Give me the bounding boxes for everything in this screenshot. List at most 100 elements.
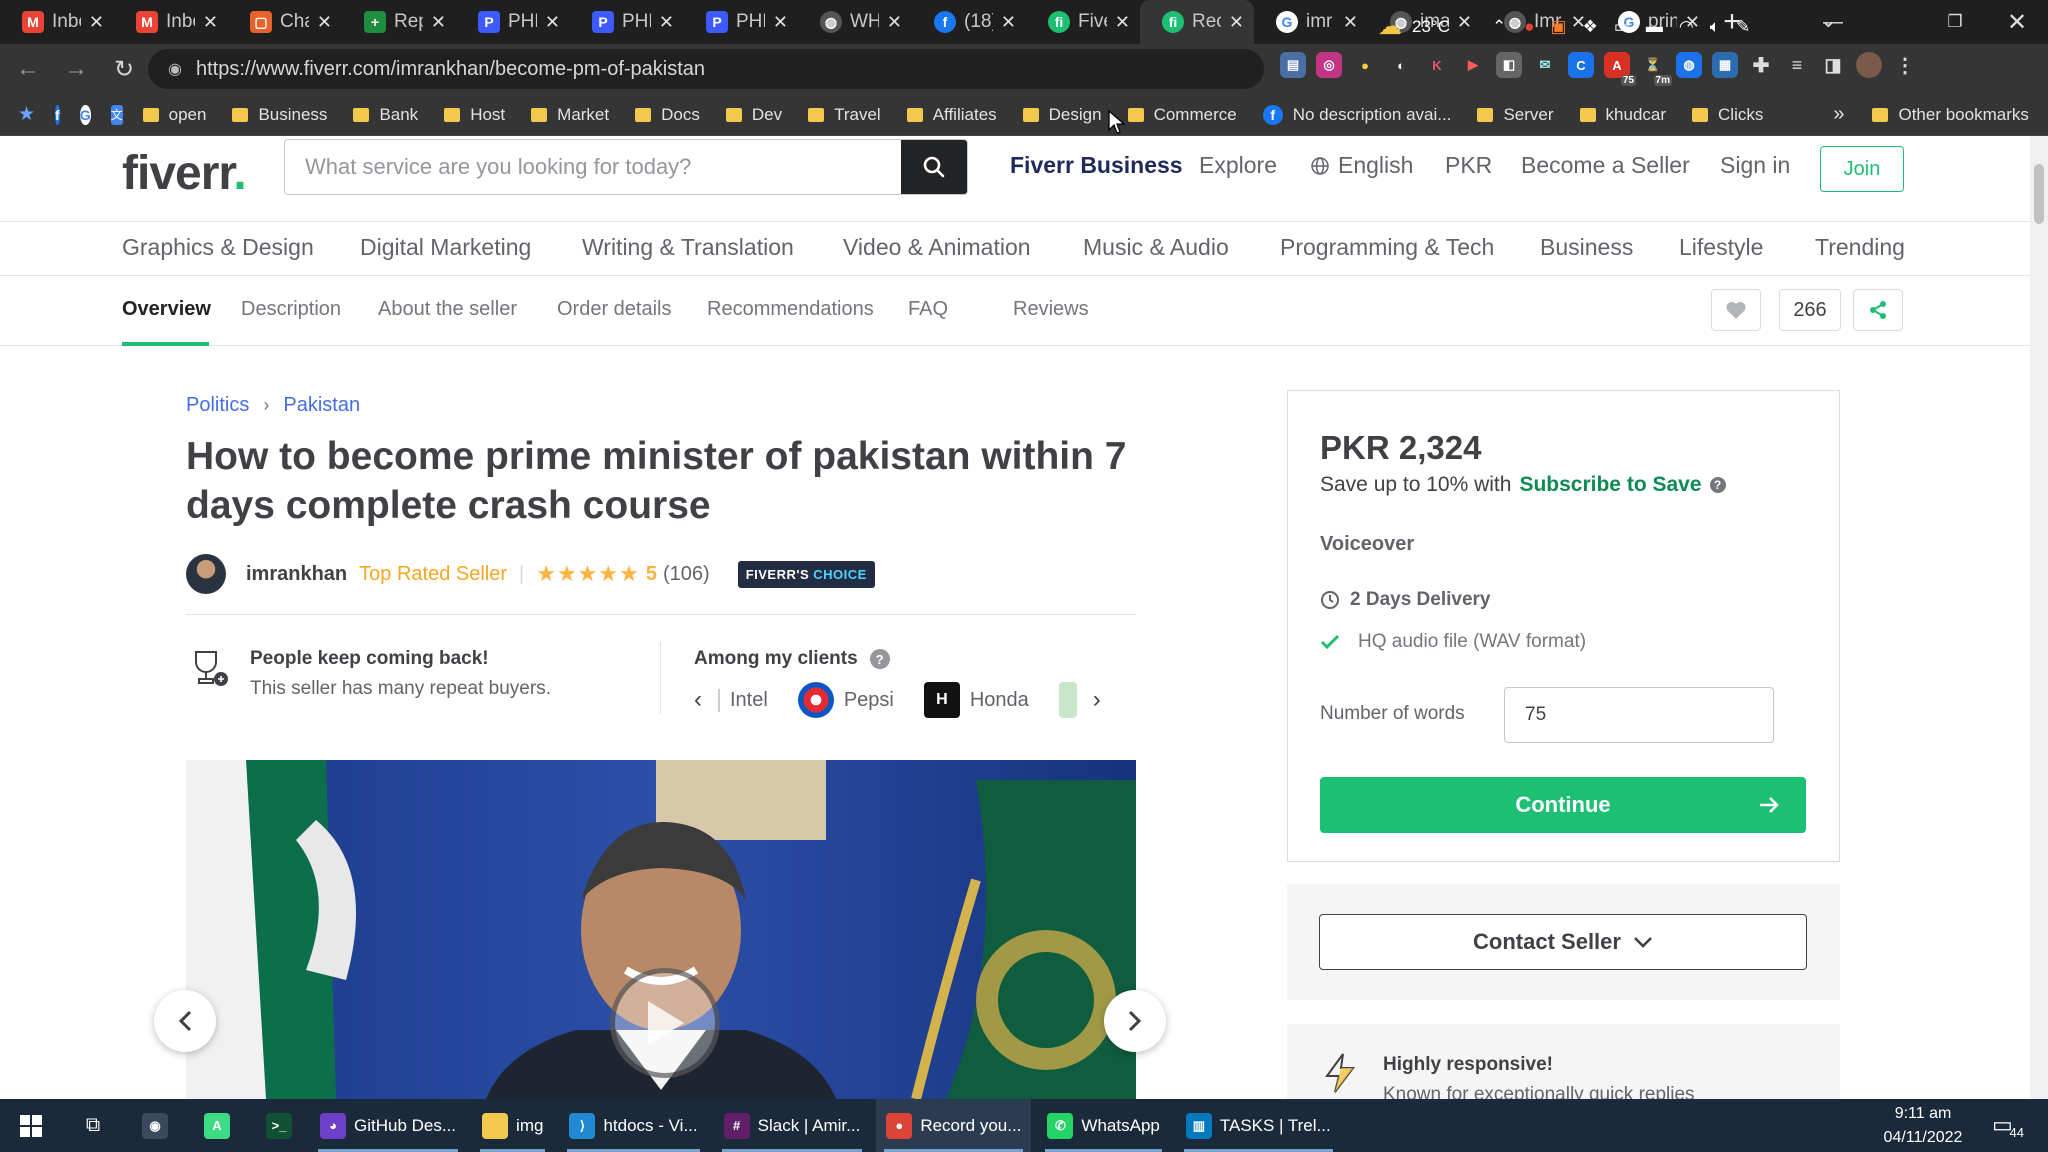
system-clock[interactable]: 9:11 am 04/11/2022	[1868, 1102, 1978, 1150]
subscribe-to-save-link[interactable]: Subscribe to Save	[1519, 473, 1701, 497]
record-ext-icon[interactable]: ▶	[1460, 52, 1486, 78]
forward-button[interactable]: →	[56, 49, 96, 89]
profile-avatar[interactable]	[1856, 52, 1882, 78]
subnav-tab[interactable]: Overview	[122, 298, 211, 321]
fiverr-logo[interactable]: fiverr.	[122, 146, 247, 201]
help-icon[interactable]: ?	[869, 649, 890, 669]
google-bookmark-icon[interactable]: G	[79, 104, 91, 125]
category-link[interactable]: Writing & Translation	[582, 234, 794, 261]
taskbar-app[interactable]: ⟩ htdocs - Vi...	[559, 1099, 707, 1152]
gig-media-gallery[interactable]	[186, 760, 1136, 1099]
instagram-ext-icon[interactable]: ◎	[1316, 52, 1342, 78]
subnav-tab[interactable]: Recommendations	[707, 298, 874, 321]
lightbulb-ext-icon[interactable]: ●	[1352, 52, 1378, 78]
circle-ext-icon[interactable]: ◐	[1388, 52, 1414, 78]
category-link[interactable]: Digital Marketing	[360, 234, 531, 261]
browser-tab[interactable]: M Inbox ✕	[114, 0, 228, 44]
bookmark-item[interactable]: Dev	[725, 105, 782, 125]
explore-link[interactable]: Explore	[1199, 152, 1277, 179]
share-button[interactable]	[1853, 289, 1903, 331]
currency-selector[interactable]: PKR	[1445, 152, 1492, 179]
browser-tab[interactable]: Gimr ✕	[1254, 0, 1368, 44]
taskbar-app[interactable]: ◕ GitHub Des...	[310, 1099, 466, 1152]
globe-ext-icon[interactable]: ◍	[1676, 52, 1702, 78]
c-ext-icon[interactable]: C	[1568, 52, 1594, 78]
restore-button[interactable]: ❐	[1924, 0, 1986, 44]
weather-icon[interactable]: ☁	[1378, 12, 1402, 41]
tab-close-icon[interactable]: ✕	[773, 12, 788, 33]
category-link[interactable]: Programming & Tech	[1280, 234, 1494, 261]
taskbar-app[interactable]: ✆ WhatsApp	[1037, 1099, 1169, 1152]
search-button[interactable]	[901, 140, 967, 194]
sidepanel-icon[interactable]: ◨	[1820, 52, 1846, 78]
seller-avatar[interactable]	[186, 554, 226, 594]
bookmark-item[interactable]: Affiliates	[906, 105, 997, 125]
bookmark-item[interactable]: Bank	[353, 105, 418, 125]
chrome-tray-icon[interactable]: ●	[1524, 17, 1534, 37]
box-ext-icon[interactable]: ◧	[1496, 52, 1522, 78]
wifi-icon[interactable]: ◠	[1679, 17, 1694, 37]
site-info-icon[interactable]: ◉	[168, 59, 182, 79]
words-input[interactable]	[1504, 687, 1774, 743]
gallery-next-button[interactable]	[1104, 990, 1166, 1052]
gallery-prev-button[interactable]	[154, 990, 216, 1052]
bookmarks-overflow-button[interactable]: »	[1833, 103, 1844, 126]
weather-temp[interactable]: 23°C	[1412, 17, 1450, 37]
scroll-thumb[interactable]	[2034, 164, 2044, 224]
translate-bookmark-icon[interactable]: 文	[110, 104, 123, 125]
page-scrollbar[interactable]	[2030, 136, 2048, 1099]
notification-center-button[interactable]: ▭ 44	[1990, 1112, 2024, 1140]
chevron-right-icon[interactable]: ›	[1093, 686, 1101, 714]
browser-tab[interactable]: ▢ Chat ✕	[228, 0, 342, 44]
save-heart-button[interactable]	[1711, 289, 1761, 331]
pdf-ext-icon[interactable]: A 75	[1604, 52, 1636, 86]
bookmark-item[interactable]: Server	[1477, 105, 1554, 125]
browser-tab[interactable]: P PHP ✕	[456, 0, 570, 44]
timer-ext-icon[interactable]: ⏳ 7m	[1640, 52, 1672, 86]
play-button[interactable]	[610, 968, 720, 1078]
bookmark-item[interactable]: f No description avai...	[1262, 104, 1451, 125]
facebook-bookmark-icon[interactable]: f	[55, 104, 60, 125]
address-bar[interactable]: ◉ https://www.fiverr.com/imrankhan/becom…	[148, 49, 1264, 89]
browser-tab[interactable]: + Rep ✕	[342, 0, 456, 44]
bookmark-item[interactable]: khudcar	[1579, 105, 1666, 125]
continue-button[interactable]: Continue	[1320, 777, 1806, 833]
join-button[interactable]: Join	[1820, 146, 1904, 192]
start-button[interactable]	[0, 1099, 62, 1152]
dropbox-tray-icon[interactable]: ❖	[1583, 17, 1598, 37]
subnav-tab[interactable]: Description	[241, 298, 341, 321]
bookmark-item[interactable]: Travel	[808, 105, 881, 125]
search-input[interactable]	[285, 140, 901, 194]
back-button[interactable]: ←	[8, 49, 48, 89]
k-ext-icon[interactable]: K	[1424, 52, 1450, 78]
browser-tab[interactable]: M Inbox ✕	[0, 0, 114, 44]
mail-ext-icon[interactable]: ✉	[1532, 52, 1558, 78]
teams-tray-icon[interactable]: ▭	[1614, 17, 1630, 37]
tab-close-icon[interactable]: ✕	[659, 12, 674, 33]
seller-name[interactable]: imrankhan	[246, 563, 347, 586]
tab-close-icon[interactable]: ✕	[431, 12, 446, 33]
subnav-tab[interactable]: About the seller	[378, 298, 517, 321]
chevron-left-icon[interactable]: ‹	[694, 686, 702, 714]
browser-tab[interactable]: fi Five ✕	[1026, 0, 1140, 44]
bookmark-item[interactable]: Docs	[635, 105, 700, 125]
tab-close-icon[interactable]: ✕	[1115, 12, 1130, 33]
tab-close-icon[interactable]: ✕	[89, 12, 104, 33]
bookmark-item[interactable]: Design	[1022, 105, 1102, 125]
reload-button[interactable]: ↻	[104, 49, 144, 89]
browser-tab[interactable]: P PHP ✕	[684, 0, 798, 44]
category-link[interactable]: Trending	[1815, 234, 1905, 261]
taskbar-app[interactable]: img	[472, 1099, 553, 1152]
tab-close-icon[interactable]: ✕	[1343, 12, 1358, 33]
extension-icon[interactable]: ▤	[1280, 52, 1306, 78]
tab-close-icon[interactable]: ✕	[1001, 12, 1016, 33]
bookmark-item[interactable]: Business	[232, 105, 327, 125]
star-bookmark-icon[interactable]: ★	[18, 103, 35, 126]
close-window-button[interactable]: ✕	[1986, 0, 2048, 44]
category-link[interactable]: Graphics & Design	[122, 234, 314, 261]
bookmark-item[interactable]: Host	[444, 105, 505, 125]
tab-close-icon[interactable]: ✕	[545, 12, 560, 33]
browser-tab[interactable]: P PHP ✕	[570, 0, 684, 44]
taskbar-app[interactable]: # Slack | Amir...	[714, 1099, 871, 1152]
fiverr-business-link[interactable]: Fiverr Business	[1010, 152, 1183, 179]
